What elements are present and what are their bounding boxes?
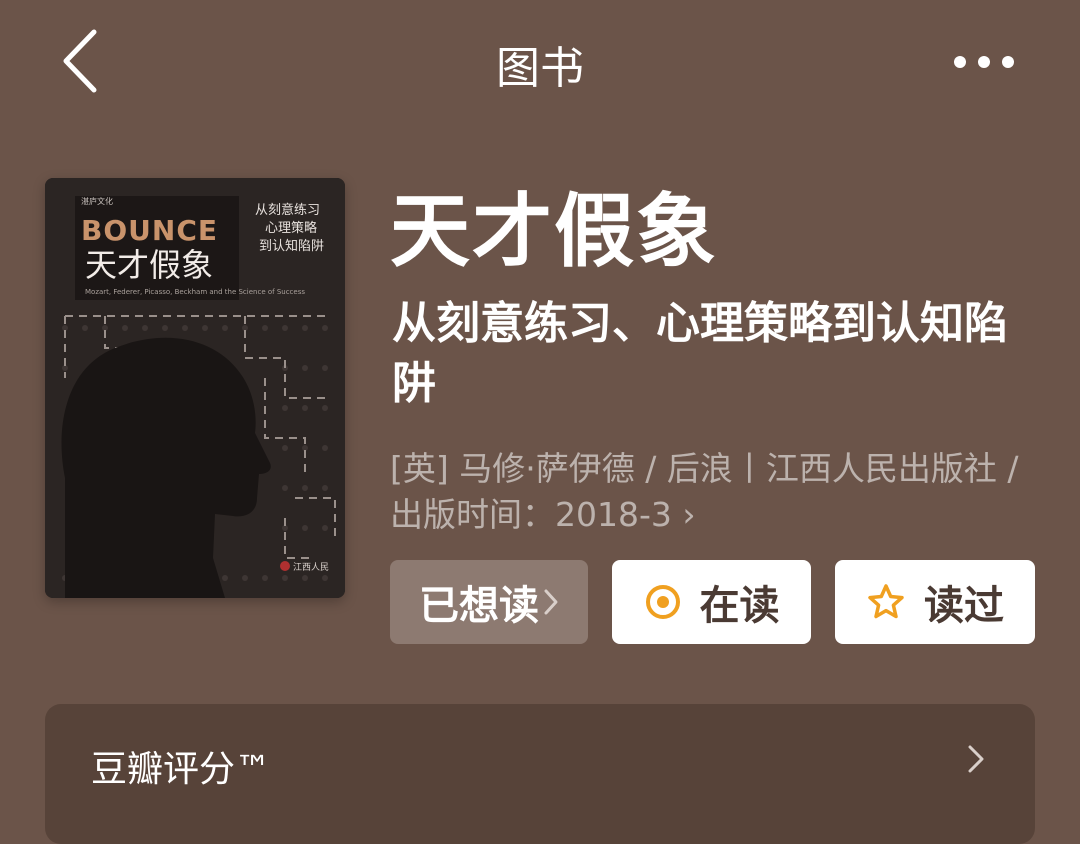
chevron-right-icon: › [682,495,696,534]
star-icon [866,582,906,622]
top-bar: 图书 [0,0,1080,130]
douban-rating-label: 豆瓣评分™ [91,749,272,790]
page-title: 图书 [496,43,584,94]
cover-side-text-1: 从刻意练习 [255,202,320,218]
cover-cn-title: 天才假象 [85,246,213,284]
douban-rating-card[interactable]: 豆瓣评分™ [45,704,1035,844]
cover-en-subtitle: Mozart, Federer, Picasso, Beckham and th… [85,288,305,296]
more-options-icon[interactable] [952,52,1016,72]
cover-bounce-text: BOUNCE [81,214,218,247]
cover-publisher-mark: 江西人民 [293,562,329,573]
book-meta[interactable]: [英] 马修·萨伊德 / 后浪丨江西人民出版社 / 出版时间：2018-3 › [390,446,1040,538]
have-read-label: 读过 [924,583,1004,629]
cover-side-text-2: 心理策略 [265,220,317,236]
book-title: 天才假象 [390,185,718,278]
reading-button[interactable]: 在读 [612,560,811,644]
cover-publisher-small: 湛庐文化 [81,196,113,206]
want-to-read-label: 已想读 [419,583,539,629]
cover-side-text-3: 到认知陷阱 [259,238,324,254]
target-circle-icon [644,583,682,621]
book-meta-text: [英] 马修·萨伊德 / 后浪丨江西人民出版社 / 出版时间：2018-3 [390,449,1019,534]
book-subtitle: 从刻意练习、心理策略到认知陷阱 [392,298,1008,409]
have-read-button[interactable]: 读过 [835,560,1035,644]
chevron-right-icon [544,589,558,615]
book-cover[interactable]: 湛庐文化 BOUNCE 天才假象 从刻意练习 心理策略 到认知陷阱 Mozart… [45,178,345,598]
chevron-right-icon [967,744,985,774]
reading-label: 在读 [699,583,780,629]
want-to-read-button[interactable]: 已想读 [390,560,588,644]
